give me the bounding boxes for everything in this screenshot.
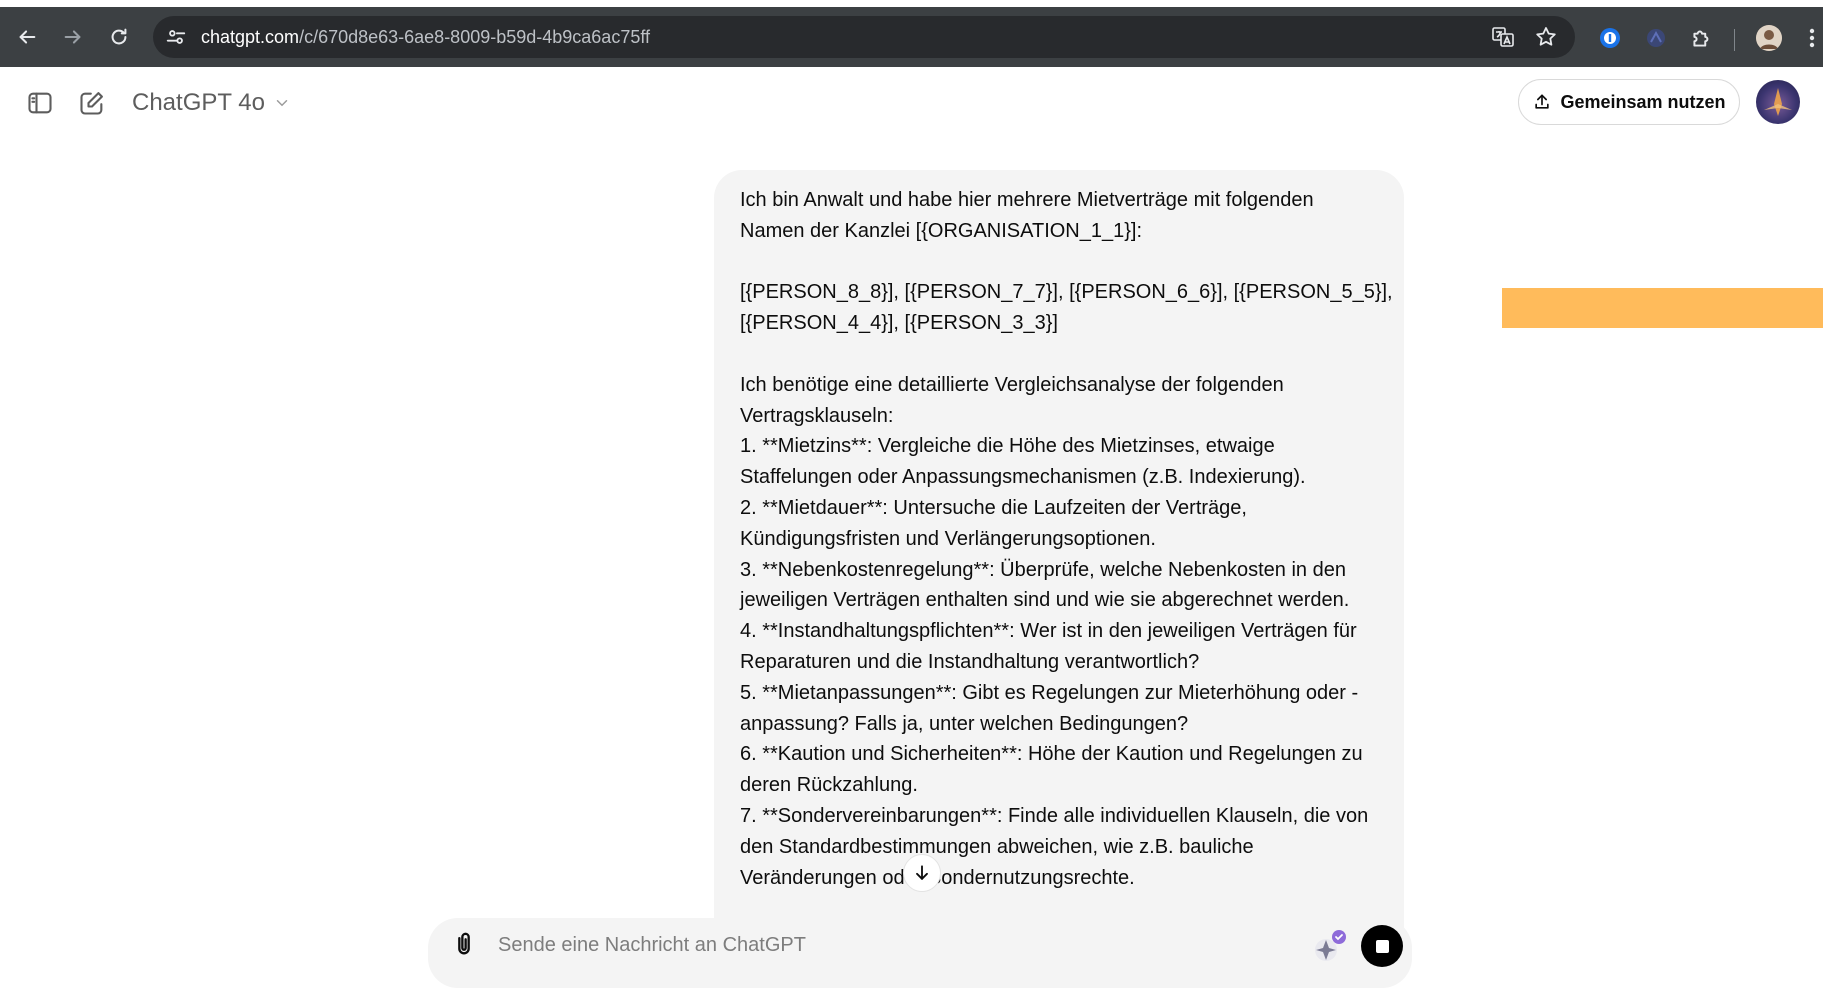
model-name: ChatGPT 4o bbox=[132, 89, 265, 116]
toolbar-separator bbox=[1734, 29, 1735, 51]
message-line: 7. **Sondervereinbarungen**: Finde alle … bbox=[740, 804, 1369, 827]
message-line: [{PERSON_4_4}], [{PERSON_3_3}] bbox=[740, 312, 1058, 335]
new-chat-icon[interactable] bbox=[78, 89, 106, 117]
message-line: Staffelungen oder Anpassungsmechanismen … bbox=[740, 466, 1306, 489]
share-button[interactable]: Gemeinsam nutzen bbox=[1518, 79, 1740, 125]
scroll-to-bottom-button[interactable] bbox=[903, 854, 941, 892]
message-line: [{PERSON_8_8}], [{PERSON_7_7}], [{PERSON… bbox=[740, 281, 1393, 304]
message-line: Ich bin Anwalt und habe hier mehrere Mie… bbox=[740, 189, 1314, 211]
message-line: Veränderungen oder Sondernutzungsrechte. bbox=[740, 866, 1135, 889]
message-line: 4. **Instandhaltungspflichten**: Wer ist… bbox=[740, 620, 1357, 643]
extension-icon[interactable] bbox=[1643, 25, 1669, 51]
model-selector[interactable]: ChatGPT 4o bbox=[132, 87, 291, 119]
message-line bbox=[740, 247, 1380, 278]
sidebar-toggle-icon[interactable] bbox=[26, 89, 54, 117]
reload-icon[interactable] bbox=[99, 7, 139, 67]
avatar[interactable] bbox=[1756, 80, 1800, 124]
share-label: Gemeinsam nutzen bbox=[1560, 91, 1726, 112]
message-line: Reparaturen und die Instandhaltung veran… bbox=[740, 650, 1200, 673]
message-composer bbox=[428, 918, 1412, 988]
app-header: ChatGPT 4o Gemeinsam nutzen bbox=[0, 67, 1823, 139]
message-line: den Standardbestimmungen abweichen, wie … bbox=[740, 835, 1254, 858]
browser-toolbar: chatgpt.com/c/670d8e63-6ae8-8009-b59d-4b… bbox=[0, 7, 1823, 67]
message-line: anpassung? Falls ja, unter welchen Bedin… bbox=[740, 712, 1189, 735]
message-line: 2. **Mietdauer**: Untersuche die Laufzei… bbox=[740, 496, 1247, 519]
orange-overlay-bar bbox=[1502, 288, 1823, 328]
password-manager-icon[interactable] bbox=[1597, 25, 1623, 51]
message-line: 6. **Kaution und Sicherheiten**: Höhe de… bbox=[740, 743, 1363, 766]
chevron-down-icon bbox=[276, 100, 288, 107]
message-line: Kündigungsfristen und Verlängerungsoptio… bbox=[740, 527, 1156, 550]
site-settings-icon[interactable] bbox=[165, 26, 187, 48]
message-line: jeweiligen Verträgen enthalten sind und … bbox=[740, 589, 1350, 612]
scroll-down-arrow-icon bbox=[916, 865, 928, 880]
stop-icon bbox=[1375, 939, 1389, 953]
translate-icon[interactable] bbox=[1491, 25, 1515, 49]
message-line: Vertragsklauseln: bbox=[740, 404, 894, 427]
address-bar[interactable]: chatgpt.com/c/670d8e63-6ae8-8009-b59d-4b… bbox=[153, 16, 1575, 58]
share-upload-icon bbox=[1535, 94, 1550, 109]
puzzle-extensions-icon[interactable] bbox=[1689, 25, 1715, 51]
message-line: 3. **Nebenkostenregelung**: Überprüfe, w… bbox=[740, 558, 1346, 581]
url-host: chatgpt.com bbox=[201, 27, 300, 47]
message-line: 5. **Mietanpassungen**: Gibt es Regelung… bbox=[740, 681, 1359, 704]
paperclip-icon[interactable] bbox=[450, 930, 478, 958]
forward-arrow-icon[interactable] bbox=[53, 7, 93, 67]
user-message-bubble: Ich bin Anwalt und habe hier mehrere Mie… bbox=[714, 170, 1404, 930]
window-top-edge bbox=[0, 0, 1823, 7]
back-arrow-icon[interactable] bbox=[7, 7, 47, 67]
stop-button[interactable] bbox=[1361, 925, 1403, 967]
message-line: Ich benötige eine detaillierte Vergleich… bbox=[740, 373, 1284, 396]
message-line bbox=[740, 339, 1380, 370]
url-path: /c/670d8e63-6ae8-8009-b59d-4b9ca6ac75ff bbox=[299, 27, 651, 47]
message-input[interactable] bbox=[496, 924, 1300, 966]
more-menu-icon[interactable] bbox=[1806, 25, 1818, 51]
profile-avatar-icon[interactable] bbox=[1756, 25, 1782, 51]
message-line: deren Rückzahlung. bbox=[740, 774, 918, 797]
message-line: Namen der Kanzlei [{ORGANISATION_1_1}]: bbox=[740, 219, 1143, 242]
bookmark-star-icon[interactable] bbox=[1534, 25, 1558, 49]
url-text[interactable]: chatgpt.com/c/670d8e63-6ae8-8009-b59d-4b… bbox=[201, 16, 650, 58]
message-line: 1. **Mietzins**: Vergleiche die Höhe des… bbox=[740, 435, 1275, 458]
tool-extension-icon[interactable] bbox=[1308, 926, 1350, 968]
